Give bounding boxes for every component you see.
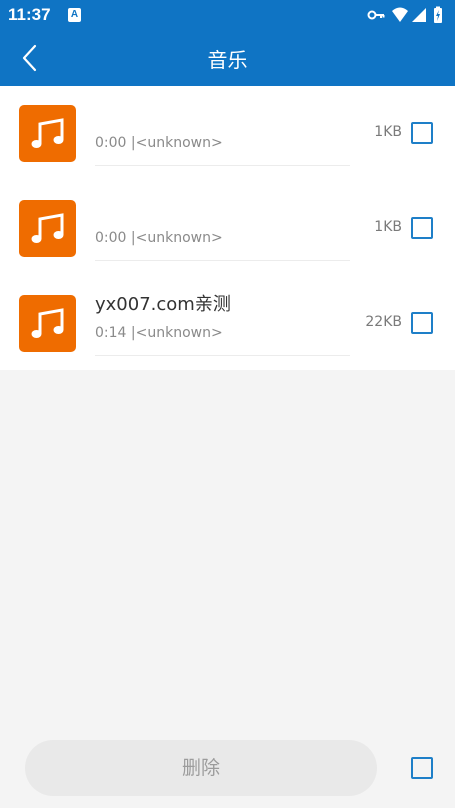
wifi-icon — [392, 7, 408, 22]
track-name: yx007.com亲测 — [95, 294, 231, 315]
track-meta: 0:00 |<unknown> — [95, 135, 223, 151]
list-item[interactable]: 0:00 |<unknown> 1KB — [0, 181, 455, 276]
divider — [95, 355, 350, 356]
track-size: 1KB — [374, 219, 402, 235]
music-list: 0:00 |<unknown> 1KB 0:00 |<unknown> 1KB … — [0, 86, 455, 370]
item-checkbox[interactable] — [411, 217, 433, 239]
music-note-icon — [31, 307, 63, 338]
status-icons — [367, 6, 447, 24]
battery-charging-icon — [434, 6, 442, 23]
status-time: 11:37 — [8, 5, 51, 24]
music-note-icon — [31, 212, 63, 243]
track-meta: 0:00 |<unknown> — [95, 230, 223, 246]
list-item[interactable]: 0:00 |<unknown> 1KB — [0, 86, 455, 181]
vpn-key-icon — [367, 10, 385, 20]
track-duration: 0:14 — [95, 325, 127, 341]
delete-button[interactable]: 删除 — [25, 740, 377, 796]
track-duration: 0:00 — [95, 135, 127, 151]
track-artist: <unknown> — [135, 135, 223, 151]
item-checkbox[interactable] — [411, 312, 433, 334]
bottom-action-bar: 删除 — [0, 730, 455, 808]
track-artist: <unknown> — [135, 230, 223, 246]
divider — [95, 260, 350, 261]
divider — [95, 165, 350, 166]
signal-icon — [412, 8, 426, 22]
track-size: 1KB — [374, 124, 402, 140]
toolbar: 音乐 — [0, 30, 455, 86]
item-checkbox[interactable] — [411, 122, 433, 144]
music-thumbnail — [19, 295, 76, 352]
app-bar: 11:37 A 音乐 — [0, 0, 455, 86]
select-all-checkbox[interactable] — [411, 757, 433, 779]
notification-a-icon: A — [68, 8, 81, 22]
track-meta: 0:14 |<unknown> — [95, 325, 223, 341]
music-note-icon — [31, 117, 63, 148]
track-artist: <unknown> — [135, 325, 223, 341]
track-size: 22KB — [365, 314, 402, 330]
track-duration: 0:00 — [95, 230, 127, 246]
list-item[interactable]: yx007.com亲测 0:14 |<unknown> 22KB — [0, 276, 455, 371]
music-thumbnail — [19, 105, 76, 162]
status-bar: 11:37 A — [0, 0, 455, 30]
page-title: 音乐 — [207, 48, 248, 72]
music-thumbnail — [19, 200, 76, 257]
